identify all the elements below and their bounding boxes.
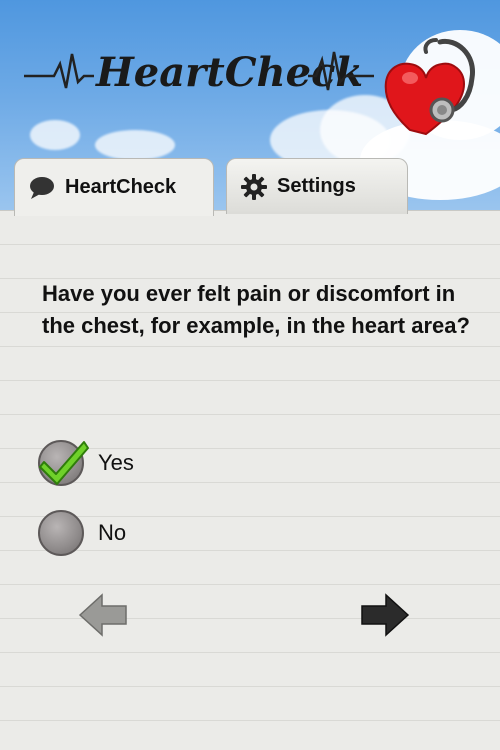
- tab-heartcheck-label: HeartCheck: [65, 176, 177, 198]
- heart-stethoscope-icon: [384, 38, 475, 136]
- back-button[interactable]: [76, 590, 132, 640]
- tab-settings-label: Settings: [277, 175, 356, 197]
- question-text: Have you ever felt pain or discomfort in…: [42, 281, 470, 338]
- option-no[interactable]: No: [38, 508, 126, 558]
- radio-yes[interactable]: [38, 440, 89, 486]
- arrow-left-icon: [78, 593, 127, 637]
- option-yes-label: Yes: [98, 450, 134, 475]
- option-yes[interactable]: Yes: [38, 438, 134, 488]
- logo-text: HeartCheck: [95, 49, 363, 96]
- radio-no[interactable]: [38, 510, 84, 556]
- checkmark-icon: [39, 441, 89, 485]
- arrow-right-icon: [361, 593, 410, 637]
- next-button[interactable]: [356, 590, 412, 640]
- heartcheck-logo: HeartCheck: [24, 49, 374, 96]
- gear-icon: [241, 173, 267, 200]
- speech-bubble-icon: [29, 175, 55, 201]
- tab-settings[interactable]: Settings: [226, 158, 408, 214]
- tab-heartcheck[interactable]: HeartCheck: [14, 158, 214, 216]
- option-no-label: No: [98, 520, 127, 545]
